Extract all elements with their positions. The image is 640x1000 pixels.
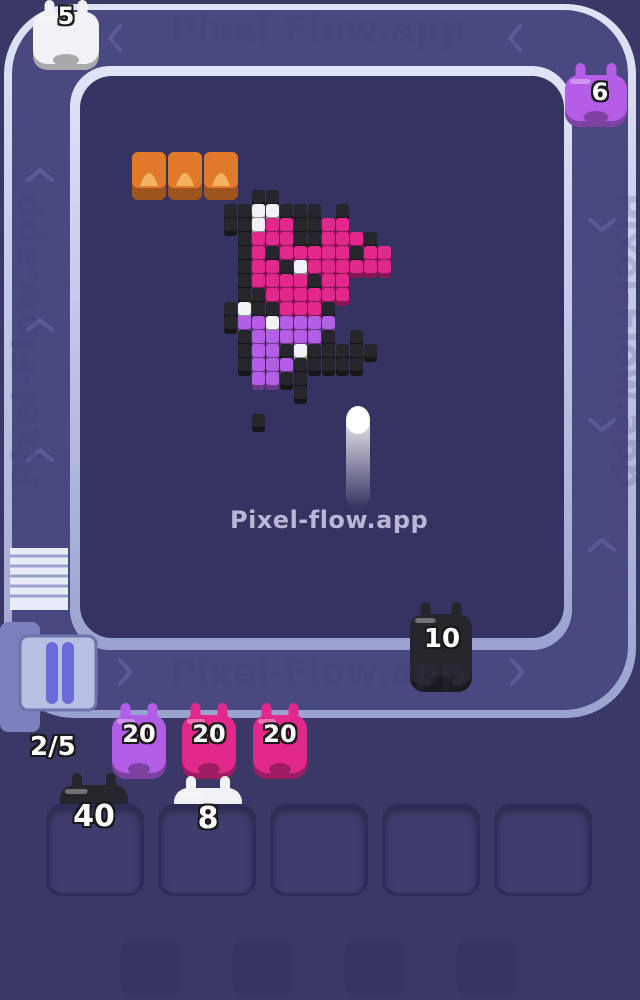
crate-2 — [168, 152, 202, 200]
holding-slot-4[interactable] — [382, 804, 480, 896]
slot-1-ammo: 40 — [73, 799, 115, 834]
locked-slot-1 — [120, 940, 182, 996]
entry-gate — [10, 548, 68, 610]
queue-pig-3-ammo: 20 — [263, 720, 297, 748]
queue-pig-2-ammo: 20 — [192, 720, 226, 748]
queue-counter: 2/5 — [30, 732, 76, 762]
pixel-block — [308, 358, 321, 376]
track-watermark-top: Pixel-Flow.app — [170, 10, 466, 51]
pixel-block — [350, 358, 363, 376]
pixel-block — [378, 260, 391, 278]
pixel-block — [252, 414, 265, 432]
pixel-block — [322, 358, 335, 376]
locked-slot-2 — [232, 940, 294, 996]
board-watermark: Pixel-flow.app — [230, 506, 429, 534]
pixel-block — [266, 372, 279, 390]
slot-2-ammo: 8 — [197, 801, 219, 836]
pixel-block — [224, 218, 237, 236]
track-watermark-bottom: Pixel-Flow.app — [170, 652, 466, 693]
pixel-block — [350, 260, 363, 278]
shooter-white-ammo: 5 — [57, 2, 75, 30]
holding-slot-3[interactable] — [270, 804, 368, 896]
locked-slot-3 — [344, 940, 406, 996]
pixel-block — [364, 344, 377, 362]
crate-1 — [132, 152, 166, 200]
pixel-block — [336, 288, 349, 306]
pixel-block — [280, 372, 293, 390]
track-watermark-right: Pixel-Flow.app — [607, 192, 640, 489]
queue-pig-1-ammo: 20 — [122, 720, 156, 748]
pixel-block — [336, 358, 349, 376]
crate-row — [132, 152, 238, 200]
crate-3 — [204, 152, 238, 200]
projectile — [346, 406, 370, 434]
shooter-black-ammo: 10 — [423, 624, 461, 654]
holding-slot-5[interactable] — [494, 804, 592, 896]
locked-slot-4 — [456, 940, 518, 996]
shooter-purple-ammo: 6 — [591, 78, 609, 106]
pixel-block — [238, 358, 251, 376]
pixel-block — [224, 316, 237, 334]
pixel-block — [364, 260, 377, 278]
pixel-block — [294, 386, 307, 404]
track-watermark-left: Pixel-Flow.app — [5, 192, 47, 489]
pixel-block — [252, 372, 265, 390]
